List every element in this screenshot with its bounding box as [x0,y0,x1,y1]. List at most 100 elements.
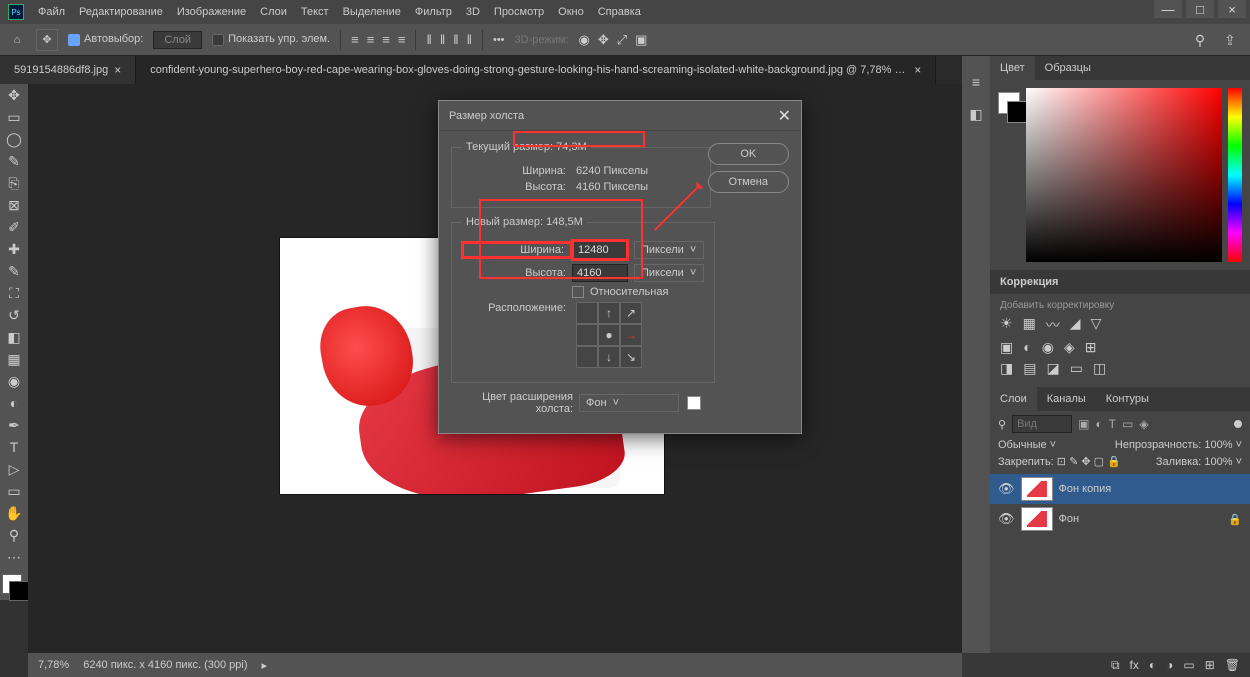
zoom-tool[interactable]: ⚲ [0,524,28,546]
gradient-tool[interactable]: ▦ [0,348,28,370]
align-center-icon[interactable]: ≡ [367,32,375,47]
menu-view[interactable]: Просмотр [494,6,544,18]
filter-text-icon[interactable]: T [1109,417,1116,431]
new-height-input[interactable] [572,264,628,282]
tab-1[interactable]: 5919154886df8.jpg × [0,56,136,84]
healing-tool[interactable]: ✚ [0,238,28,260]
relative-checkbox[interactable] [572,286,584,298]
pen-tool[interactable]: ✒ [0,414,28,436]
move-tool[interactable]: ✥ [0,84,28,106]
3d-zoom-icon[interactable]: ⤢ [617,32,627,48]
gradient-map-icon[interactable]: ▭ [1070,360,1083,377]
fill-value[interactable]: 100% [1204,456,1232,468]
3d-cam-icon[interactable]: ▣ [635,32,647,48]
dist-4-icon[interactable]: ‖ [467,32,472,47]
history-brush-tool[interactable]: ↺ [0,304,28,326]
layer-visibility-1[interactable]: 👁 [998,511,1015,527]
dist-1-icon[interactable]: ‖ [426,32,431,47]
blend-mode-select[interactable]: Обычные [998,439,1047,451]
maximize-button[interactable]: □ [1186,0,1214,18]
more-icon[interactable]: ••• [493,34,505,46]
color-swatch[interactable] [2,574,22,594]
link-layers-icon[interactable]: ⧉ [1111,658,1120,673]
home-icon[interactable]: ⌂ [8,31,26,49]
anchor-bl[interactable] [576,346,598,368]
tab-color[interactable]: Цвет [990,56,1035,80]
filter-adjust-icon[interactable]: ◐ [1095,417,1102,431]
layer-visibility-0[interactable]: 👁 [998,481,1015,497]
3d-pan-icon[interactable]: ✥ [598,32,609,48]
anchor-c[interactable]: ● [598,324,620,346]
filter-pixel-icon[interactable]: ▣ [1078,417,1089,431]
filter-search-icon[interactable]: ⚲ [998,418,1006,431]
marquee-tool[interactable]: ▭ [0,106,28,128]
bw-icon[interactable]: ◐ [1023,339,1031,356]
tab-channels[interactable]: Каналы [1037,387,1096,411]
search-icon[interactable]: ⚲ [1188,28,1212,52]
selective-color-icon[interactable]: ◫ [1093,360,1106,377]
menu-select[interactable]: Выделение [343,6,401,18]
new-layer-icon[interactable]: ⊞ [1205,658,1215,672]
hue-slider[interactable] [1228,88,1242,262]
ext-color-select[interactable]: Фон ˅ [579,394,679,412]
menu-help[interactable]: Справка [598,6,641,18]
photo-filter-icon[interactable]: ◉ [1042,339,1054,356]
delete-icon[interactable]: 🗑 [1225,658,1240,672]
history-icon[interactable]: ≡ [966,72,986,92]
ext-color-swatch[interactable] [687,396,701,410]
exposure-icon[interactable]: ◢ [1070,315,1081,335]
filter-smart-icon[interactable]: ◈ [1139,417,1148,431]
mask-icon[interactable]: ◐ [1149,658,1156,672]
anchor-r[interactable]: → [620,324,642,346]
tab-swatches[interactable]: Образцы [1035,56,1101,80]
blur-tool[interactable]: ◉ [0,370,28,392]
close-button[interactable]: × [1218,0,1246,18]
3d-orbit-icon[interactable]: ◉ [579,32,590,48]
tab-layers[interactable]: Слои [990,387,1037,411]
frame-tool[interactable]: ⊠ [0,194,28,216]
dist-2-icon[interactable]: ‖ [440,32,445,47]
align-right-icon[interactable]: ≡ [382,32,390,47]
levels-icon[interactable]: ▦ [1023,315,1036,335]
autoselect-target[interactable]: Слой [153,31,202,49]
anchor-grid[interactable]: ↑ ↗ ● → ↓ ↘ [576,302,642,368]
status-caret[interactable]: ▸ [262,659,268,672]
edit-toolbar[interactable]: ⋯ [0,546,28,568]
filter-shape-icon[interactable]: ▭ [1122,417,1133,431]
eyedropper-tool[interactable]: ✐ [0,216,28,238]
dialog-close[interactable]: ✕ [778,106,791,126]
tab-1-close[interactable]: × [114,63,121,77]
minimize-button[interactable]: — [1154,0,1182,18]
opacity-value[interactable]: 100% [1204,439,1232,451]
crop-tool[interactable]: ⎘ [0,172,28,194]
menu-window[interactable]: Окно [558,6,584,18]
lasso-tool[interactable]: ◯ [0,128,28,150]
move-tool-icon[interactable]: ✥ [36,29,58,51]
eraser-tool[interactable]: ◧ [0,326,28,348]
anchor-t[interactable]: ↑ [598,302,620,324]
fg-bg-swatch[interactable] [998,92,1020,114]
new-width-input[interactable] [572,240,628,260]
filter-kind-select[interactable] [1012,415,1072,433]
lookup-icon[interactable]: ⊞ [1085,339,1097,356]
brush-tool[interactable]: ✎ [0,260,28,282]
tab-paths[interactable]: Контуры [1096,387,1159,411]
channel-mixer-icon[interactable]: ◈ [1064,339,1075,356]
color-field[interactable] [1026,88,1222,262]
group-icon[interactable]: ▭ [1183,658,1194,672]
width-unit-select[interactable]: Пиксели ˅ [634,241,704,259]
tab-2-close[interactable]: × [914,63,921,77]
height-unit-select[interactable]: Пиксели ˅ [634,264,704,282]
cancel-button[interactable]: Отмена [708,171,789,193]
autoselect-checkbox[interactable]: Автовыбор: [68,33,143,45]
anchor-tl[interactable] [576,302,598,324]
vibrance-icon[interactable]: ▽ [1091,315,1102,335]
menu-edit[interactable]: Редактирование [79,6,163,18]
layer-item-0[interactable]: 👁 Фон копия [990,474,1250,504]
dialog-titlebar[interactable]: Размер холста ✕ [439,101,801,131]
dodge-tool[interactable]: ◐ [0,392,28,414]
adjustment-icon[interactable]: ◑ [1166,658,1173,672]
layer-item-1[interactable]: 👁 Фон 🔒 [990,504,1250,534]
menu-text[interactable]: Текст [301,6,329,18]
filter-toggle[interactable] [1234,420,1242,428]
